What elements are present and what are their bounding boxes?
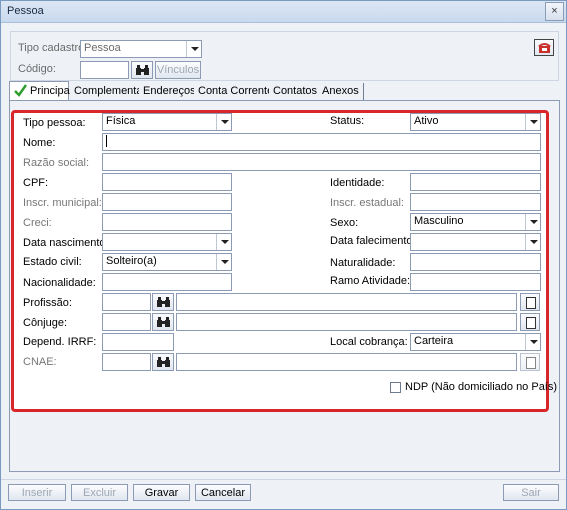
- chevron-down-icon[interactable]: [216, 114, 231, 130]
- local-cobranca-value: Carteira: [414, 335, 454, 347]
- check-icon: [14, 84, 27, 97]
- gravar-button[interactable]: Gravar: [133, 484, 190, 501]
- search-profissao-button[interactable]: [152, 293, 174, 311]
- tipo-cadastro-label: Tipo cadastro: [18, 42, 85, 54]
- creci-input[interactable]: [102, 213, 232, 231]
- tab-strip: Principal Complementar Endereços Conta C…: [9, 81, 560, 100]
- chevron-down-icon[interactable]: [525, 214, 540, 230]
- inscr-estadual-label: Inscr. estadual:: [330, 197, 404, 209]
- cnae-description-input[interactable]: [176, 353, 517, 371]
- local-cobranca-label: Local cobrança:: [330, 336, 408, 348]
- depend-irrf-input[interactable]: [102, 333, 174, 351]
- document-icon[interactable]: [520, 353, 540, 371]
- conjuge-code-input[interactable]: [102, 313, 151, 331]
- codigo-label: Código:: [18, 63, 56, 75]
- tab-contatos[interactable]: Contatos: [269, 83, 323, 100]
- razao-social-label: Razão social:: [23, 157, 90, 169]
- sair-button[interactable]: Sair: [503, 484, 559, 501]
- conjuge-name-input[interactable]: [176, 313, 517, 331]
- binoculars-icon: [136, 65, 149, 75]
- tipo-pessoa-select[interactable]: Física: [102, 113, 232, 131]
- nacionalidade-input[interactable]: [102, 273, 232, 291]
- binoculars-icon: [157, 297, 170, 307]
- text-cursor: [106, 135, 107, 148]
- excluir-button[interactable]: Excluir: [71, 484, 128, 501]
- data-falecimento-picker[interactable]: [410, 233, 541, 251]
- nome-input[interactable]: [102, 133, 541, 151]
- cpf-input[interactable]: [102, 173, 232, 191]
- naturalidade-input[interactable]: [410, 253, 541, 271]
- phone-icon: [538, 43, 551, 53]
- tipo-pessoa-label: Tipo pessoa:: [23, 117, 86, 129]
- sexo-value: Masculino: [414, 215, 464, 227]
- chevron-down-icon[interactable]: [525, 114, 540, 130]
- tipo-pessoa-value: Física: [106, 115, 136, 127]
- search-codigo-button[interactable]: [131, 61, 153, 79]
- chevron-down-icon[interactable]: [525, 234, 540, 250]
- sexo-label: Sexo:: [330, 217, 359, 229]
- razao-social-input[interactable]: [102, 153, 541, 171]
- phone-button[interactable]: [534, 39, 554, 56]
- identidade-input[interactable]: [410, 173, 541, 191]
- binoculars-icon: [157, 357, 170, 367]
- tab-conta-corrente[interactable]: Conta Corrente: [194, 83, 279, 100]
- tipo-cadastro-value: Pessoa: [84, 42, 121, 54]
- status-value: Ativo: [414, 115, 439, 127]
- tipo-cadastro-select[interactable]: Pessoa: [80, 40, 202, 58]
- status-label: Status:: [330, 115, 365, 127]
- ndp-checkbox[interactable]: [390, 382, 401, 393]
- window-title: Pessoa: [7, 5, 44, 17]
- ramo-atividade-input[interactable]: [410, 273, 541, 291]
- ramo-atividade-label: Ramo Atividade:: [330, 275, 411, 287]
- search-cnae-button[interactable]: [152, 353, 174, 371]
- inscr-municipal-input[interactable]: [102, 193, 232, 211]
- chevron-down-icon[interactable]: [186, 41, 201, 57]
- inserir-button[interactable]: Inserir: [8, 484, 66, 501]
- local-cobranca-select[interactable]: Carteira: [410, 333, 541, 351]
- binoculars-icon: [157, 317, 170, 327]
- search-conjuge-button[interactable]: [152, 313, 174, 331]
- data-nascimento-picker[interactable]: [102, 233, 232, 251]
- close-button[interactable]: ×: [545, 2, 564, 21]
- inscr-municipal-label: Inscr. municipal:: [23, 197, 102, 209]
- identidade-label: Identidade:: [330, 177, 385, 189]
- tab-anexos[interactable]: Anexos: [318, 83, 364, 100]
- estado-civil-select[interactable]: Solteiro(a): [102, 253, 232, 271]
- tab-principal-label: Principal: [30, 85, 73, 97]
- estado-civil-label: Estado civil:: [23, 256, 82, 268]
- sexo-select[interactable]: Masculino: [410, 213, 541, 231]
- estado-civil-value: Solteiro(a): [106, 255, 157, 267]
- cpf-label: CPF:: [23, 177, 49, 189]
- ndp-label: NDP (Não domiciliado no País): [405, 381, 558, 393]
- profissao-code-input[interactable]: [102, 293, 151, 311]
- naturalidade-label: Naturalidade:: [330, 257, 396, 269]
- data-nascimento-label: Data nascimento:: [23, 237, 109, 249]
- tab-enderecos[interactable]: Endereços: [139, 83, 201, 100]
- profissao-description-input[interactable]: [176, 293, 517, 311]
- nome-label: Nome:: [23, 137, 56, 149]
- document-icon[interactable]: [520, 293, 540, 311]
- cancelar-button[interactable]: Cancelar: [195, 484, 251, 501]
- pessoa-window: Pessoa × Tipo cadastro Pessoa Código: Ví…: [0, 0, 567, 510]
- conjuge-label: Cônjuge:: [23, 317, 68, 329]
- codigo-input[interactable]: [80, 61, 129, 79]
- inscr-estadual-input[interactable]: [410, 193, 541, 211]
- cnae-code-input[interactable]: [102, 353, 151, 371]
- vinculos-button[interactable]: Vínculos: [155, 61, 201, 79]
- tab-principal[interactable]: Principal: [9, 81, 73, 100]
- status-select[interactable]: Ativo: [410, 113, 541, 131]
- creci-label: Creci:: [23, 217, 52, 229]
- depend-irrf-label: Depend. IRRF:: [23, 336, 97, 348]
- document-icon[interactable]: [520, 313, 540, 331]
- data-falecimento-label: Data falecimento:: [330, 235, 416, 247]
- chevron-down-icon[interactable]: [216, 234, 231, 250]
- title-bar: Pessoa: [1, 1, 566, 23]
- chevron-down-icon[interactable]: [216, 254, 231, 270]
- profissao-label: Profissão:: [23, 297, 72, 309]
- nacionalidade-label: Nacionalidade:: [23, 277, 96, 289]
- cnae-label: CNAE:: [23, 356, 57, 368]
- chevron-down-icon[interactable]: [525, 334, 540, 350]
